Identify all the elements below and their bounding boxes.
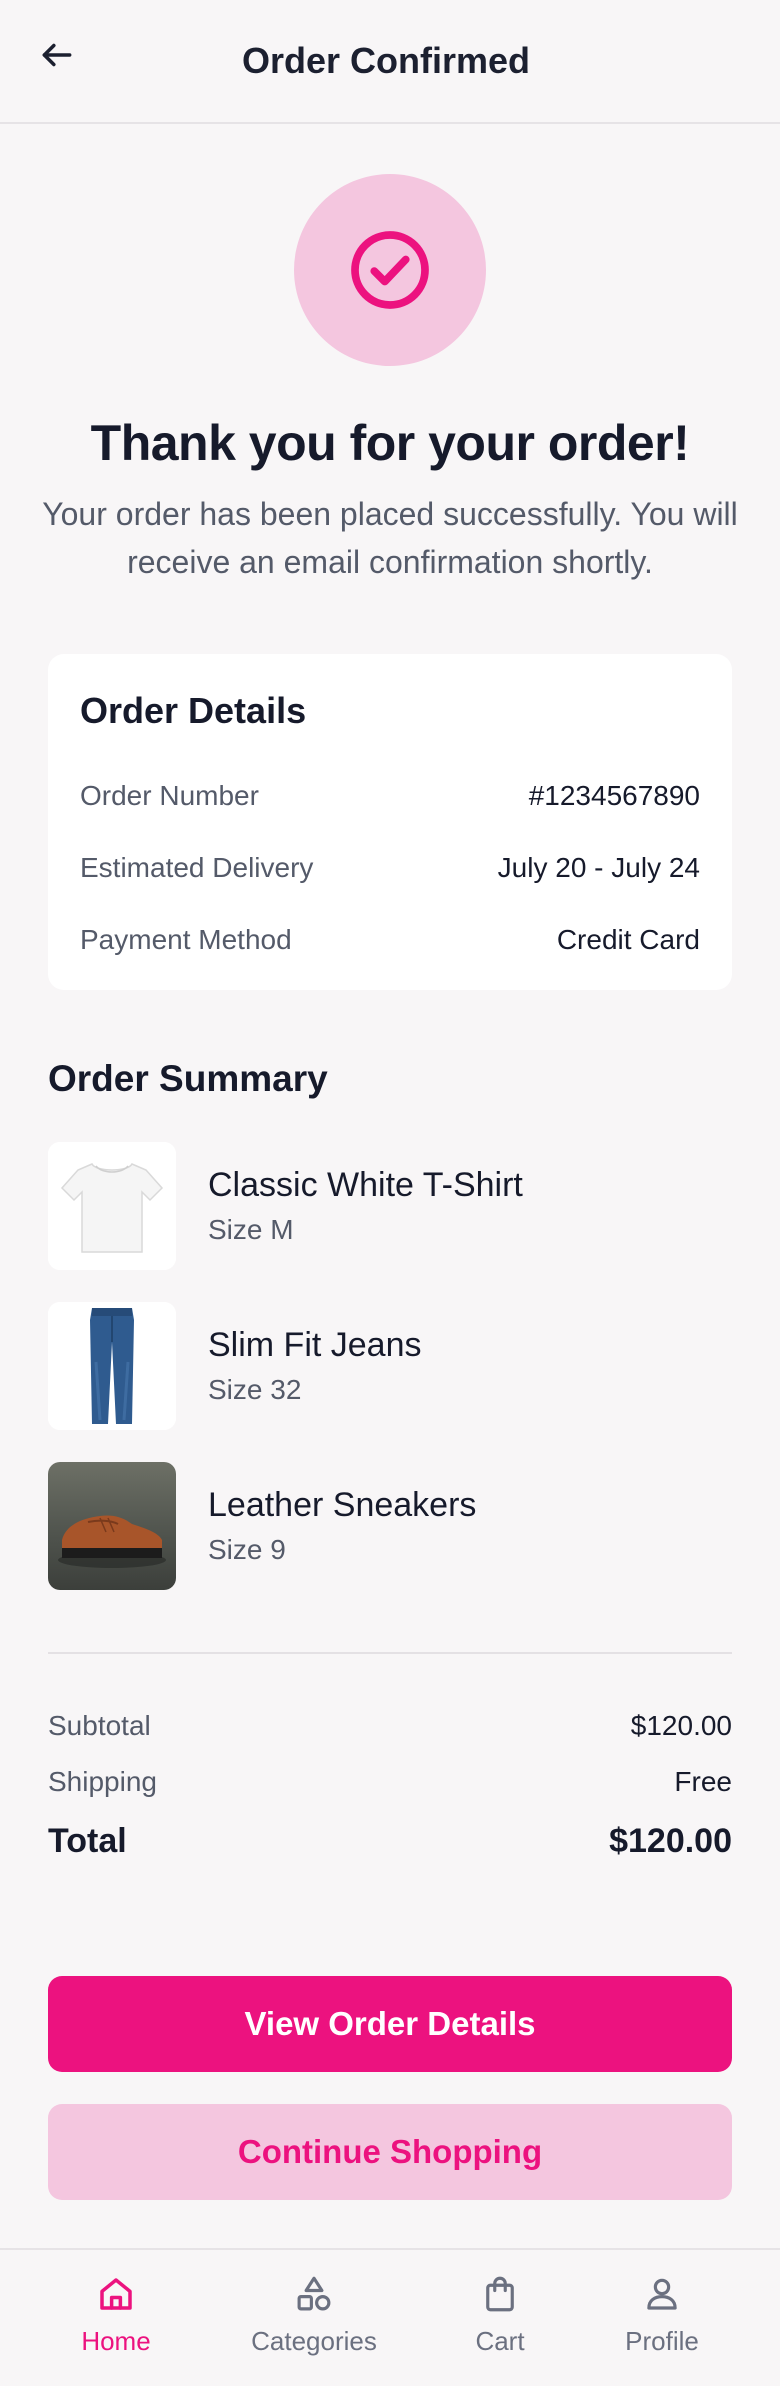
nav-label: Home [81, 2326, 151, 2356]
order-item[interactable]: Classic White T-Shirt Size M [48, 1142, 732, 1270]
total-row: Total $120.00 [48, 1818, 732, 1864]
confirmation-message: Your order has been placed successfully.… [42, 496, 738, 580]
subtotal-value: $120.00 [630, 1710, 732, 1741]
nav-item-cart[interactable]: Cart [420, 2270, 580, 2357]
categories-icon [297, 2276, 331, 2311]
nav-label: Cart [475, 2326, 525, 2356]
estimated-delivery-value: July 20 - July 24 [497, 852, 700, 883]
detail-label: Payment Method [80, 924, 292, 955]
nav-item-profile[interactable]: Profile [582, 2270, 742, 2357]
item-name: Classic White T-Shirt [208, 1166, 523, 1204]
detail-label: Estimated Delivery [80, 852, 314, 883]
white-tshirt-image [48, 1142, 176, 1270]
blue-jeans-image [48, 1302, 176, 1430]
bottom-navigation: Home Categories Cart Profile [0, 2248, 780, 2386]
estimated-delivery-row: Estimated Delivery July 20 - July 24 [80, 846, 700, 890]
total-value: $120.00 [609, 1821, 732, 1860]
shipping-label: Shipping [48, 1766, 157, 1797]
subtotal-row: Subtotal $120.00 [48, 1706, 732, 1746]
back-button[interactable] [32, 30, 82, 80]
page-title: Order Confirmed [241, 40, 531, 81]
continue-shopping-button[interactable]: Continue Shopping [48, 2104, 732, 2200]
app-header: Order Confirmed [0, 0, 780, 124]
order-number-value: #1234567890 [528, 780, 700, 811]
total-label: Total [48, 1821, 127, 1860]
order-summary-title: Order Summary [48, 1058, 328, 1099]
item-size: Size 9 [208, 1534, 286, 1565]
order-item[interactable]: Slim Fit Jeans Size 32 [48, 1302, 732, 1430]
payment-method-value: Credit Card [556, 924, 700, 955]
order-details-title: Order Details [80, 690, 307, 731]
home-icon [100, 2278, 132, 2310]
detail-label: Order Number [80, 780, 259, 811]
shipping-value: Free [674, 1766, 732, 1797]
arrow-left-icon [42, 43, 72, 67]
shopping-bag-icon [486, 2276, 514, 2312]
item-name: Leather Sneakers [208, 1486, 477, 1524]
view-order-details-button[interactable]: View Order Details [48, 1976, 732, 2072]
divider [48, 1652, 732, 1654]
order-item[interactable]: Leather Sneakers Size 9 [48, 1462, 732, 1590]
subtotal-label: Subtotal [48, 1710, 151, 1741]
brown-leather-sneaker-image [48, 1462, 176, 1590]
product-thumbnail [48, 1462, 176, 1590]
item-size: Size 32 [208, 1374, 302, 1405]
success-badge [294, 174, 486, 366]
nav-label: Categories [251, 2326, 377, 2356]
check-circle-icon [351, 231, 429, 309]
user-icon [647, 2278, 677, 2310]
order-number-row: Order Number #1234567890 [80, 774, 700, 818]
shipping-row: Shipping Free [48, 1762, 732, 1802]
item-name: Slim Fit Jeans [208, 1326, 422, 1364]
nav-item-home[interactable]: Home [36, 2270, 196, 2357]
confirmation-title: Thank you for your order! [90, 415, 690, 471]
product-thumbnail [48, 1302, 176, 1430]
payment-method-row: Payment Method Credit Card [80, 918, 700, 962]
nav-label: Profile [625, 2326, 699, 2356]
item-size: Size M [208, 1214, 294, 1245]
product-thumbnail [48, 1142, 176, 1270]
order-details-card: Order Details Order Number #1234567890 E… [48, 654, 732, 990]
nav-item-categories[interactable]: Categories [234, 2270, 394, 2357]
